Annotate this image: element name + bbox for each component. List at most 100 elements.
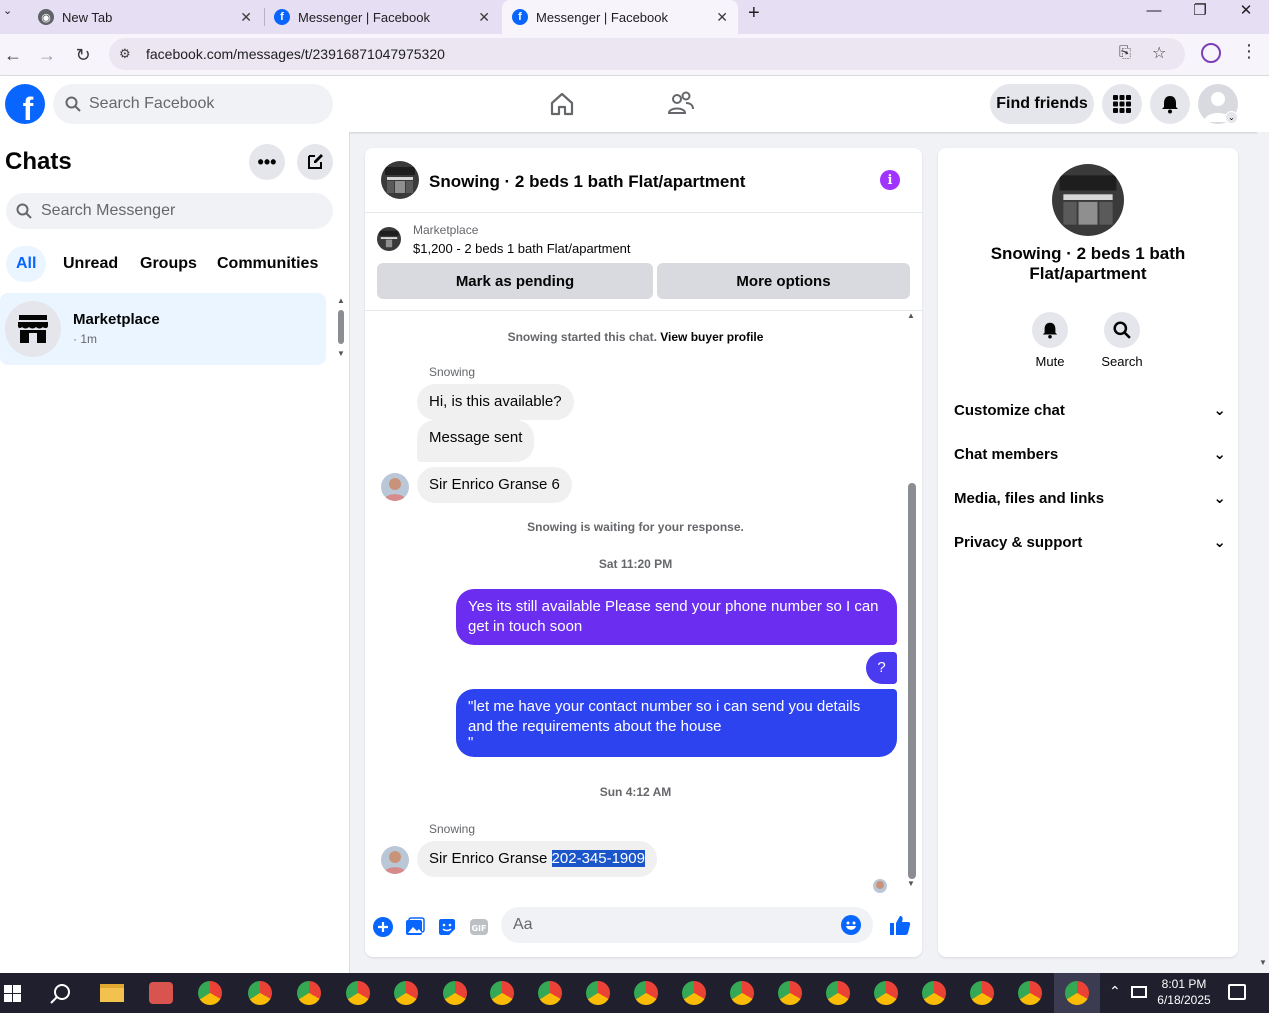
more-options-button[interactable]: More options [657,263,910,299]
close-icon[interactable]: ✕ [478,9,490,26]
search-icon[interactable] [50,983,72,1005]
maximize-button[interactable]: ❐ [1177,0,1223,20]
outgoing-message-bubble[interactable]: Yes its still available Please send your… [456,589,897,645]
windows-start-icon[interactable] [4,985,21,1002]
notification-center-icon[interactable] [1228,984,1246,1000]
menu-grid-button[interactable] [1102,84,1142,124]
back-button[interactable]: ← [0,42,26,68]
chrome-icon[interactable] [443,981,467,1005]
app-icon[interactable] [149,982,173,1004]
message-input[interactable]: Aa [501,907,873,943]
chrome-icon[interactable] [778,981,802,1005]
filter-communities[interactable]: Communities [207,246,328,282]
taskbar-clock[interactable]: 8:01 PM 6/18/2025 [1150,976,1218,1008]
forward-button[interactable]: → [34,42,60,68]
tab-search-icon[interactable]: ⌄ [3,4,17,18]
view-buyer-profile-link[interactable]: View buyer profile [660,330,763,344]
page-scrollbar[interactable]: ▼ [1257,132,1269,973]
listing-thumbnail[interactable] [377,227,401,251]
chat-item-marketplace[interactable]: Marketplace · 1m [0,293,326,365]
privacy-support-row[interactable]: Privacy & support ⌄ [954,524,1226,560]
chrome-icon[interactable] [874,981,898,1005]
chrome-icon[interactable] [730,981,754,1005]
home-icon[interactable] [548,90,576,118]
messenger-search-input[interactable]: Search Messenger [6,193,333,229]
outgoing-message-bubble[interactable]: "let me have your contact number so i ca… [456,689,897,757]
outgoing-message-bubble[interactable]: ? [866,652,897,684]
close-window-button[interactable]: ✕ [1223,0,1269,20]
reload-button[interactable]: ↻ [70,42,96,68]
omnibox[interactable]: ⚙ facebook.com/messages/t/23916871047975… [109,38,1185,70]
mark-pending-button[interactable]: Mark as pending [377,263,653,299]
chrome-icon[interactable] [586,981,610,1005]
friends-icon[interactable] [667,90,695,118]
message-bubble[interactable]: Message sent [417,420,535,462]
chrome-icon[interactable] [1018,981,1042,1005]
gif-icon[interactable]: GIF [469,917,489,937]
info-icon[interactable]: i [880,170,900,190]
find-friends-button[interactable]: Find friends [990,84,1094,124]
listing-avatar[interactable] [381,161,419,199]
chat-options-button[interactable]: ••• [249,144,285,180]
message-bubble[interactable]: Sir Enrico Granse 6 [417,467,572,503]
filter-unread[interactable]: Unread [53,246,128,282]
chrome-icon[interactable] [1065,981,1089,1005]
sidebar-scrollbar[interactable]: ▲ ▼ [336,296,346,366]
tab-messenger-1[interactable]: f Messenger | Facebook ✕ [264,0,500,34]
sticker-icon[interactable] [437,917,457,937]
selected-phone-number[interactable]: 202-345-1909 [551,850,645,867]
chrome-icon[interactable] [970,981,994,1005]
new-message-button[interactable] [297,144,333,180]
chrome-icon[interactable] [922,981,946,1005]
search-conversation-button[interactable]: Search [1092,312,1152,369]
facebook-icon: f [512,9,528,25]
chrome-icon[interactable] [346,981,370,1005]
chrome-icon[interactable] [538,981,562,1005]
chrome-icon[interactable] [634,981,658,1005]
chrome-icon[interactable] [198,981,222,1005]
tab-new-tab[interactable]: ◉ New Tab ✕ [26,0,262,34]
message-bubble[interactable]: Sir Enrico Granse 202-345-1909 [417,841,657,877]
listing-avatar-large[interactable] [1052,164,1124,236]
chrome-icon[interactable] [394,981,418,1005]
install-icon[interactable]: ⎘ [1119,44,1131,61]
photo-icon[interactable] [405,917,425,937]
url-text[interactable]: facebook.com/messages/t/2391687104797532… [146,46,445,62]
like-thumb-icon[interactable] [889,914,911,936]
profile-icon[interactable] [1201,43,1221,63]
chrome-icon[interactable] [490,981,514,1005]
chrome-icon[interactable] [826,981,850,1005]
listing-price[interactable]: $1,200 - 2 beds 1 bath Flat/apartment [413,241,631,256]
facebook-logo-icon[interactable]: f [5,84,45,124]
contact-avatar[interactable] [381,473,409,501]
plus-icon[interactable] [373,917,393,937]
chevron-down-icon[interactable]: ⌄ [1225,111,1238,124]
chrome-icon[interactable] [248,981,272,1005]
contact-avatar[interactable] [381,846,409,874]
tab-messenger-2[interactable]: f Messenger | Facebook ✕ [502,0,738,34]
network-icon[interactable] [1131,986,1147,998]
customize-chat-row[interactable]: Customize chat ⌄ [954,392,1226,428]
chrome-icon[interactable] [297,981,321,1005]
conversation-title[interactable]: Snowing · 2 beds 1 bath Flat/apartment [429,172,745,192]
new-tab-button[interactable]: + [748,3,768,24]
message-bubble[interactable]: Hi, is this available? [417,384,574,420]
minimize-button[interactable]: — [1131,0,1177,20]
filter-all[interactable]: All [6,246,47,282]
close-icon[interactable]: ✕ [240,9,252,26]
filter-groups[interactable]: Groups [130,246,207,282]
chrome-icon[interactable] [682,981,706,1005]
bookmark-star-icon[interactable]: ☆ [1152,43,1166,63]
chat-members-row[interactable]: Chat members ⌄ [954,436,1226,472]
tray-chevron-icon[interactable]: ⌃ [1109,983,1121,1000]
emoji-icon[interactable] [841,915,861,935]
facebook-search-input[interactable]: Search Facebook [53,84,333,124]
menu-dots-icon[interactable]: ⋮ [1240,41,1258,62]
scrollbar-thumb[interactable] [908,483,916,879]
file-explorer-icon[interactable] [100,984,124,1002]
notifications-button[interactable] [1150,84,1190,124]
mute-button[interactable]: Mute [1020,312,1080,369]
media-files-links-row[interactable]: Media, files and links ⌄ [954,480,1226,516]
close-icon[interactable]: ✕ [716,9,728,26]
site-info-icon[interactable]: ⚙ [119,46,131,62]
